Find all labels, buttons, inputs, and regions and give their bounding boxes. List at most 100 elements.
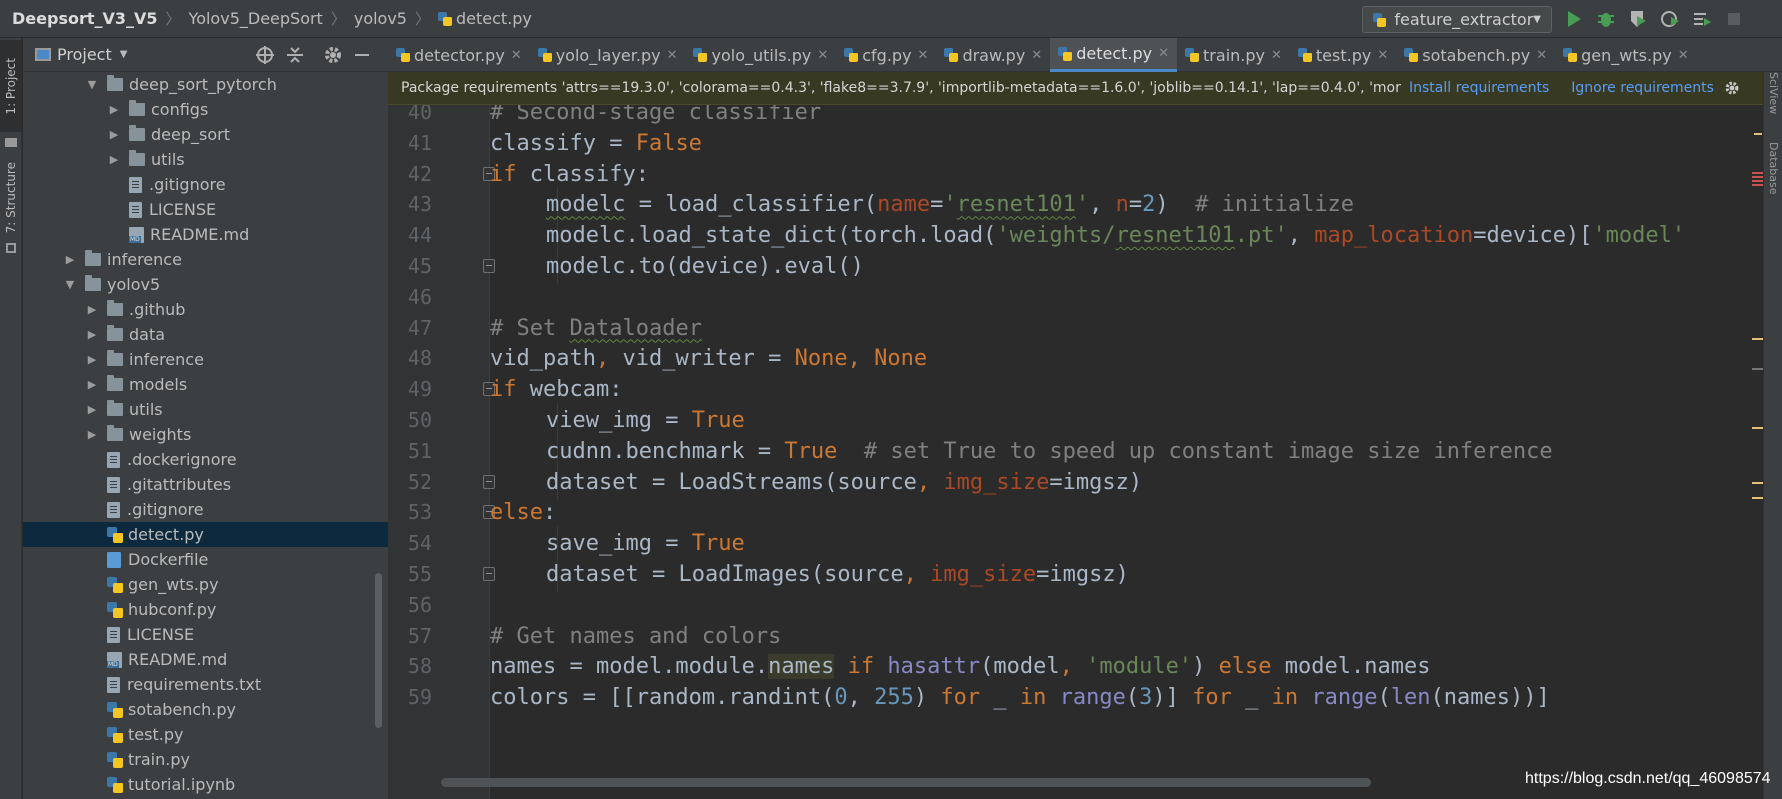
tree-item[interactable]: ▶ inference <box>23 247 388 272</box>
fold-marker-icon[interactable] <box>483 474 495 489</box>
close-icon[interactable]: ✕ <box>667 48 678 63</box>
code-line[interactable]: 50 view_img = True <box>388 403 1763 438</box>
tree-item[interactable]: tutorial.ipynb <box>23 772 388 797</box>
code-line[interactable]: 52 dataset = LoadStreams(source, img_size… <box>388 464 1763 500</box>
close-icon[interactable]: ✕ <box>511 48 522 63</box>
close-icon[interactable]: ✕ <box>817 48 828 63</box>
sciview-tool-tab[interactable]: SciView <box>1764 72 1782 122</box>
tree-item[interactable]: ▼ deep_sort_pytorch <box>23 72 388 97</box>
editor-tab[interactable]: gen_wts.py ✕ <box>1555 38 1696 72</box>
ignore-requirements-link[interactable]: Ignore requirements <box>1571 80 1714 96</box>
chevron-right-icon[interactable]: ▶ <box>63 253 77 266</box>
tree-item[interactable]: .gitignore <box>23 172 388 197</box>
tree-scrollbar[interactable] <box>375 573 382 728</box>
tree-item[interactable]: ▶ utils <box>23 147 388 172</box>
tree-item[interactable]: README.md <box>23 647 388 672</box>
code-line[interactable]: 43 modelc = load_classifier(name='resnet1… <box>388 187 1763 223</box>
tree-item[interactable]: .gitignore <box>23 497 388 522</box>
code-line[interactable]: 55 dataset = LoadImages(source, img_size=… <box>388 557 1763 592</box>
install-requirements-link[interactable]: Install requirements <box>1409 80 1549 96</box>
code-line[interactable]: 53 else: <box>388 495 1763 530</box>
editor-tab[interactable]: train.py ✕ <box>1177 38 1290 72</box>
database-tool-tab[interactable]: Database <box>1764 142 1782 232</box>
gear-icon[interactable] <box>323 45 343 65</box>
breadcrumb-folder-root[interactable]: Yolov5_DeepSort <box>189 9 323 28</box>
tree-item[interactable]: gen_wts.py <box>23 572 388 597</box>
chevron-right-icon[interactable]: ▶ <box>85 403 99 416</box>
code-editor[interactable]: 40 # Second-stage classifier 41 classify = … <box>388 105 1763 799</box>
tree-item[interactable]: detect.py <box>23 522 388 547</box>
tree-item[interactable]: requirements.txt <box>23 672 388 697</box>
chevron-down-icon[interactable]: ▼ <box>63 278 77 291</box>
chevron-right-icon[interactable]: ▶ <box>85 378 99 391</box>
chevron-right-icon[interactable]: ▶ <box>85 428 99 441</box>
collapse-all-icon[interactable] <box>285 45 305 65</box>
code-line[interactable]: 54 save_img = True <box>388 526 1763 562</box>
fold-marker-icon[interactable] <box>483 259 495 273</box>
tree-item[interactable]: ▶ configs <box>23 97 388 122</box>
code-line[interactable]: 47 # Set Dataloader <box>388 311 1763 346</box>
close-icon[interactable]: ✕ <box>1031 48 1042 63</box>
tree-item[interactable]: LICENSE <box>23 622 388 647</box>
editor-tab[interactable]: detector.py ✕ <box>388 38 530 72</box>
chevron-down-icon[interactable]: ▼ <box>120 49 128 60</box>
close-icon[interactable]: ✕ <box>1377 48 1388 63</box>
chevron-down-icon[interactable]: ▼ <box>85 78 99 91</box>
code-line[interactable]: 42 if classify: <box>388 157 1763 192</box>
project-tool-tab[interactable]: 1: Project <box>0 40 22 132</box>
breadcrumb-project[interactable]: Deepsort_V3_V5 <box>12 9 158 28</box>
code-line[interactable]: 41 classify = False <box>388 126 1763 161</box>
editor-tab[interactable]: detect.py ✕ <box>1050 38 1178 72</box>
code-line[interactable]: 56 <box>388 588 1763 623</box>
chevron-right-icon[interactable]: ▶ <box>85 303 99 316</box>
debug-icon[interactable] <box>1595 8 1617 30</box>
breadcrumb-folder-yolov5[interactable]: yolov5 <box>354 9 407 28</box>
chevron-right-icon[interactable]: ▶ <box>107 128 121 141</box>
run-icon[interactable] <box>1563 8 1585 30</box>
gear-icon[interactable] <box>1724 80 1740 96</box>
tree-item[interactable]: ▶ deep_sort <box>23 122 388 147</box>
tree-item[interactable]: ▶ weights <box>23 422 388 447</box>
tree-item[interactable]: ▶ utils <box>23 397 388 422</box>
editor-tab[interactable]: draw.py ✕ <box>936 38 1050 72</box>
tree-item[interactable]: ▶ inference <box>23 347 388 372</box>
coverage-icon[interactable] <box>1627 8 1649 30</box>
code-line[interactable]: 58 names = model.module.names if hasattr(… <box>388 649 1763 684</box>
code-line[interactable]: 45 modelc.to(device).eval() <box>388 249 1763 284</box>
editor-tab[interactable]: yolo_layer.py ✕ <box>530 38 686 72</box>
tree-item[interactable]: sotabench.py <box>23 697 388 722</box>
chevron-right-icon[interactable]: ▶ <box>107 153 121 166</box>
close-icon[interactable]: ✕ <box>1271 48 1282 63</box>
tree-item[interactable]: hubconf.py <box>23 597 388 622</box>
structure-tool-tab[interactable]: 7: Structure <box>0 158 22 238</box>
code-line[interactable]: 59 colors = [[random.randint(0, 255) for … <box>388 680 1763 715</box>
tree-item[interactable]: README.md <box>23 222 388 247</box>
profile-icon[interactable] <box>1659 8 1681 30</box>
tree-item[interactable]: ▶ data <box>23 322 388 347</box>
close-icon[interactable]: ✕ <box>1536 48 1547 63</box>
code-line[interactable]: 48 vid_path, vid_writer = None, None <box>388 341 1763 376</box>
stop-icon[interactable] <box>1723 8 1745 30</box>
breadcrumb-file[interactable]: detect.py <box>456 9 532 28</box>
tree-item[interactable]: ▼ yolov5 <box>23 272 388 297</box>
code-line[interactable]: 51 cudnn.benchmark = True # set True to s… <box>388 433 1763 469</box>
tree-item[interactable]: Dockerfile <box>23 547 388 572</box>
editor-tab[interactable]: test.py ✕ <box>1290 38 1396 72</box>
editor-tab[interactable]: cfg.py ✕ <box>836 38 936 72</box>
code-line[interactable]: 49 if webcam: <box>388 372 1763 407</box>
tree-item[interactable]: ▶ models <box>23 372 388 397</box>
run-config-icon[interactable] <box>1691 8 1713 30</box>
code-line[interactable]: 46 <box>388 280 1763 315</box>
chevron-right-icon[interactable]: ▶ <box>107 103 121 116</box>
fold-marker-icon[interactable] <box>483 567 495 581</box>
close-icon[interactable]: ✕ <box>918 48 929 63</box>
close-icon[interactable]: ✕ <box>1678 48 1689 63</box>
tree-item[interactable]: ▶ .github <box>23 297 388 322</box>
locate-icon[interactable] <box>255 45 275 65</box>
code-line[interactable]: 44 modelc.load_state_dict(torch.load('wei… <box>388 218 1763 254</box>
tree-item[interactable]: LICENSE <box>23 197 388 222</box>
chevron-right-icon[interactable]: ▶ <box>85 328 99 341</box>
chevron-right-icon[interactable]: ▶ <box>85 353 99 366</box>
tree-item[interactable]: test.py <box>23 722 388 747</box>
run-configuration-select[interactable]: feature_extractor ▼ <box>1362 6 1552 33</box>
